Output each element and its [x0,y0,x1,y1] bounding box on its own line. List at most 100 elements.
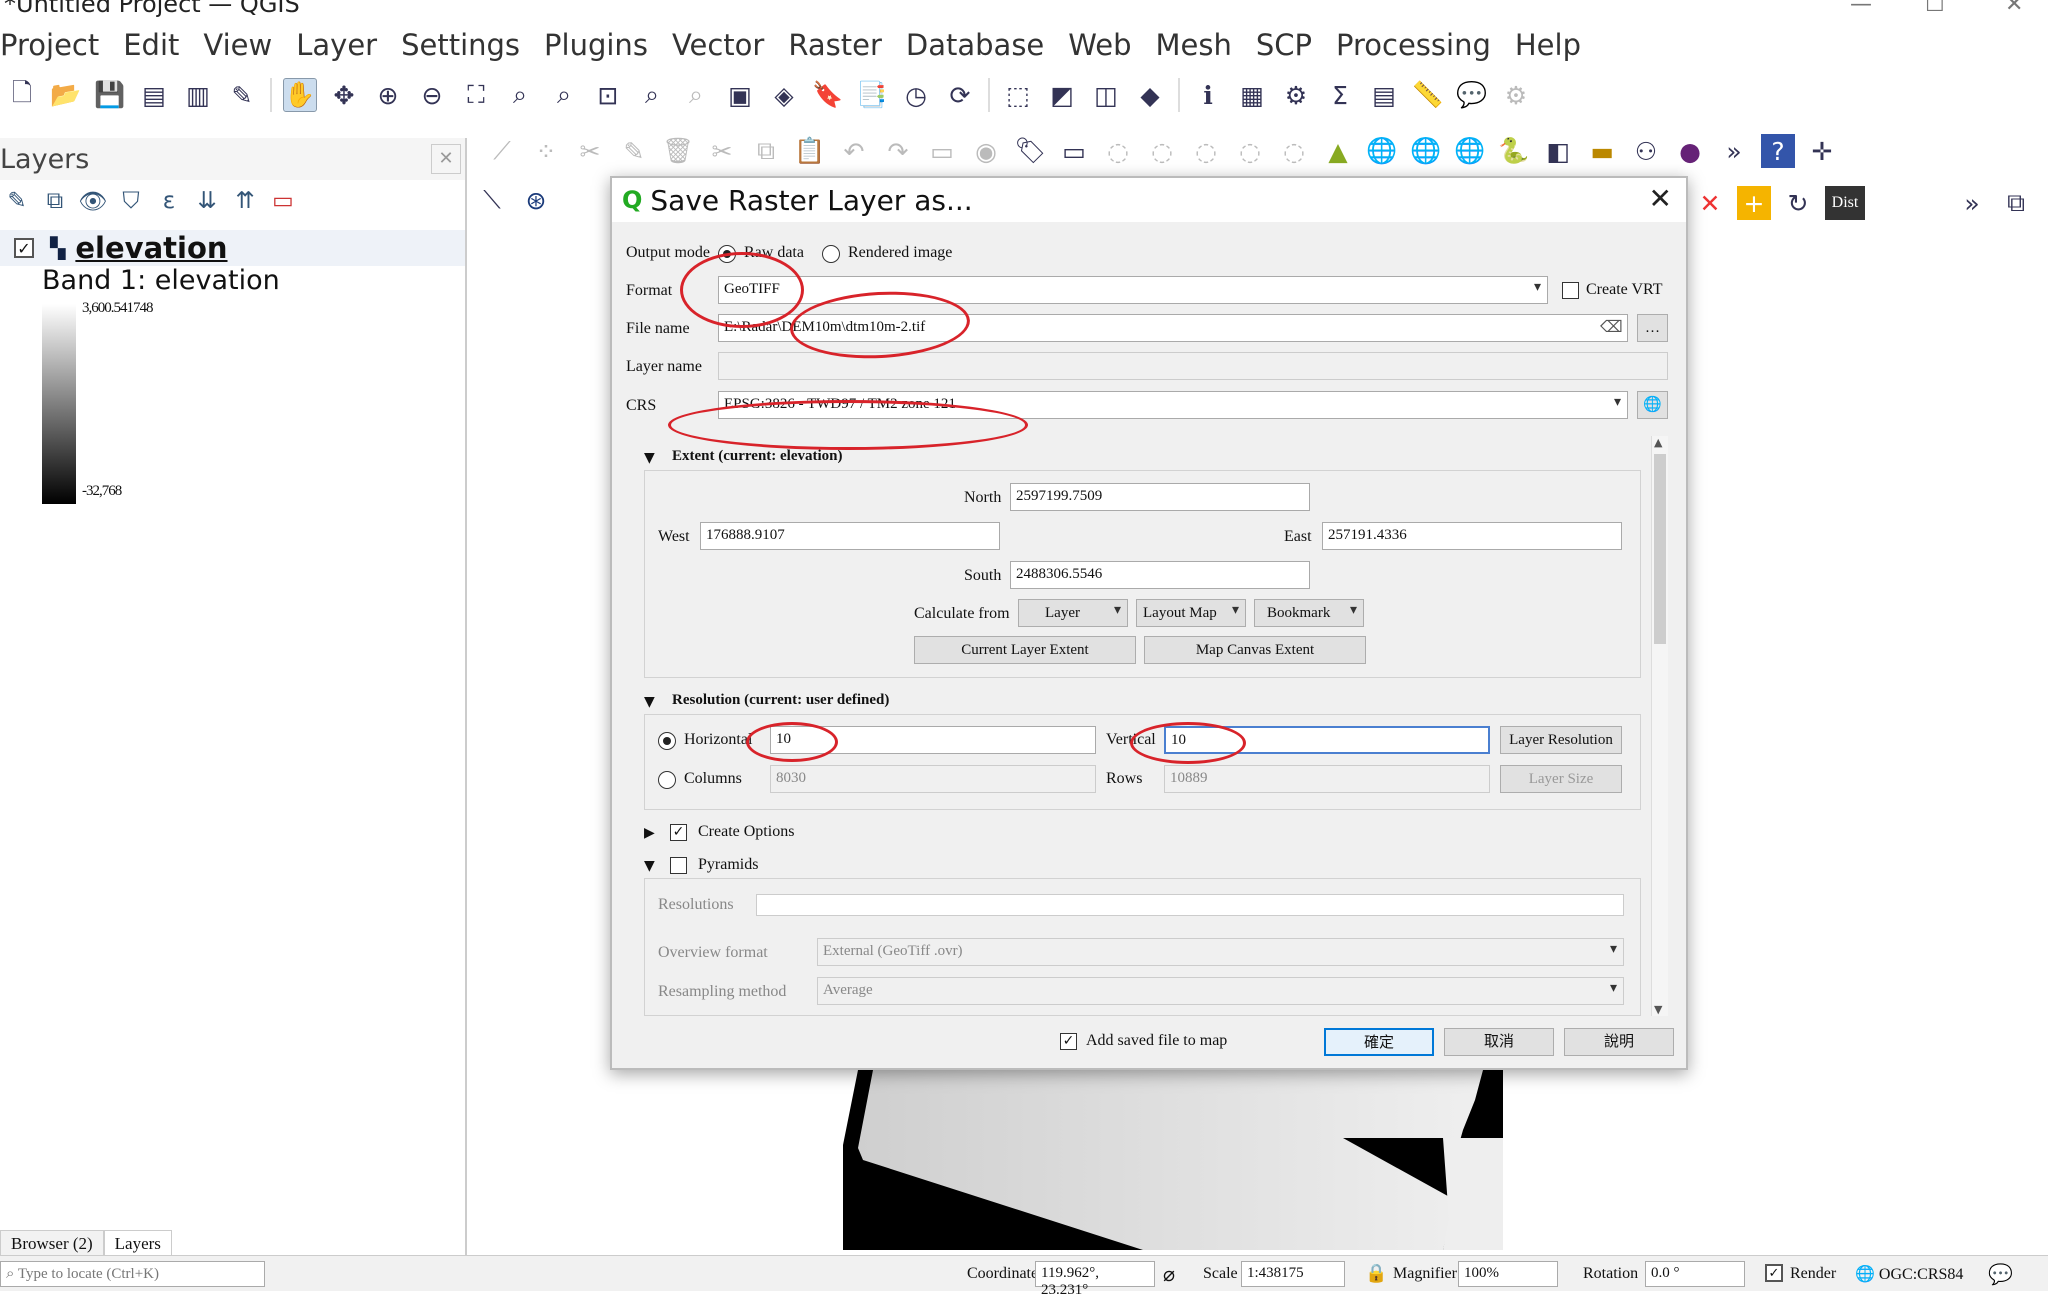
plugin-c-icon[interactable]: ⚇ [1629,134,1663,168]
layer-row-elevation[interactable]: ✓ ▚ elevation [0,230,465,266]
map-tips-icon[interactable]: 💬 [1455,78,1489,112]
show-bookmarks-icon[interactable]: 📑 [855,78,889,112]
pan-icon[interactable]: ✋ [283,78,317,112]
plugin-a-icon[interactable]: ◧ [1541,134,1575,168]
coordinate-field[interactable]: 119.962°, 23.231° [1035,1260,1155,1298]
layer-resolution-button[interactable]: Layer Resolution [1500,726,1622,754]
zoom-in-icon[interactable]: ⊕ [371,78,405,112]
python-console-icon[interactable]: 🐍 [1497,134,1531,168]
select-crs-button[interactable]: 🌐 [1637,391,1668,419]
scp-triangle-icon[interactable]: ▲ [1321,134,1355,168]
layer-name[interactable]: elevation [75,231,227,265]
select-location-icon[interactable]: ◆ [1133,78,1167,112]
tab-browser[interactable]: Browser (2) [0,1230,104,1258]
add-wfs-icon[interactable]: 🌐 [1409,134,1443,168]
plugin-x-icon[interactable]: ✕ [1693,186,1727,220]
diagram-icon[interactable]: ◌ [1277,134,1311,168]
node-tool-icon[interactable]: ✂ [573,134,607,168]
menu-layer[interactable]: Layer [296,28,377,62]
resolution-section-title[interactable]: Resolution (current: user defined) [672,692,889,709]
select-features-icon[interactable]: ⬚ [1001,78,1035,112]
expand-create-options-icon[interactable]: ▶ [644,825,655,841]
menu-database[interactable]: Database [906,28,1044,62]
extent-section-title[interactable]: Extent (current: elevation) [672,448,843,465]
menu-edit[interactable]: Edit [123,28,179,62]
zoom-out-icon[interactable]: ⊖ [415,78,449,112]
dialog-close-icon[interactable]: ✕ [1649,182,1672,215]
menu-vector[interactable]: Vector [672,28,764,62]
crs-button[interactable]: 🌐 OGC:CRS84 [1855,1264,1963,1284]
create-options-checkbox[interactable]: ✓ [670,824,687,841]
add-wms-icon[interactable]: 🌐 [1365,134,1399,168]
style-icon[interactable]: ✎ [0,188,34,214]
scroll-up-icon[interactable]: ▲ [1654,436,1662,449]
menu-raster[interactable]: Raster [788,28,882,62]
change-label-icon[interactable]: ◌ [1233,134,1267,168]
remove-layer-icon[interactable]: ▭ [266,188,300,214]
messages-icon[interactable]: 💬 [1988,1262,2013,1286]
zoom-full-icon[interactable]: ⛶ [459,78,493,112]
deselect-icon[interactable]: ◫ [1089,78,1123,112]
browse-file-button[interactable]: … [1637,314,1668,342]
current-layer-extent-button[interactable]: Current Layer Extent [914,636,1136,664]
plugin-b-icon[interactable]: ▬ [1585,134,1619,168]
pyramids-checkbox[interactable] [670,857,687,874]
lock-scale-icon[interactable]: 🔒 [1365,1263,1387,1284]
new-print-layout-icon[interactable]: ▤ [137,78,171,112]
layout-manager-icon[interactable]: ▥ [181,78,215,112]
statistics-icon[interactable]: Σ [1323,78,1357,112]
crosshair-icon[interactable]: ✛ [1805,134,1839,168]
filter-icon[interactable]: ⛉ [114,188,148,214]
maximize-icon[interactable]: ☐ [1925,0,1945,17]
menu-mesh[interactable]: Mesh [1156,28,1232,62]
show-hide-label-icon[interactable]: ◌ [1145,134,1179,168]
undo-icon[interactable]: ↶ [837,134,871,168]
temporal-controller-icon[interactable]: ◷ [899,78,933,112]
new-map-view-icon[interactable]: ▣ [723,78,757,112]
tab-layers[interactable]: Layers [103,1230,172,1258]
scroll-thumb[interactable] [1654,454,1666,644]
plugin-plus-icon[interactable]: + [1737,186,1771,220]
close-window-icon[interactable]: ✕ [2005,0,2023,17]
locator-settings-icon[interactable]: ⚙ [1499,78,1533,112]
label-icon[interactable]: ▭ [925,134,959,168]
menu-plugins[interactable]: Plugins [544,28,648,62]
menu-help[interactable]: Help [1515,28,1581,62]
render-checkbox[interactable]: ✓ [1765,1264,1783,1282]
close-panel-icon[interactable]: ✕ [431,144,461,174]
columns-radio[interactable] [658,771,676,789]
north-input[interactable]: 2597199.7509 [1010,483,1310,511]
move-label-icon[interactable]: ◌ [1101,134,1135,168]
south-input[interactable]: 2488306.5546 [1010,561,1310,589]
processing-toolbox-icon[interactable]: ⚙ [1279,78,1313,112]
redo-icon[interactable]: ↷ [881,134,915,168]
digitize-line-icon[interactable]: ⟋ [485,134,519,168]
dialog-scrollbar[interactable]: ▲ ▼ [1651,436,1668,1016]
scale-field[interactable]: 1:438175 [1241,1260,1345,1287]
visibility-icon[interactable]: 👁 [76,188,110,215]
pan-to-selection-icon[interactable]: ✥ [327,78,361,112]
pin-label-icon[interactable]: ◉ [969,134,1003,168]
paste-icon[interactable]: 📋 [793,134,827,168]
dist-button[interactable]: Dist [1825,186,1865,220]
ok-button[interactable]: 確定 [1324,1028,1434,1056]
attribute-table-icon[interactable]: ▦ [1235,78,1269,112]
zoom-next-icon[interactable]: ⌕ [679,78,713,112]
edit-icon[interactable]: ✎ [617,134,651,168]
menu-processing[interactable]: Processing [1336,28,1491,62]
toggle-extents-icon[interactable]: ⌀ [1163,1262,1175,1286]
style-manager-icon[interactable]: ✎ [225,78,259,112]
more-tools-icon[interactable]: » [1955,186,1989,220]
create-vrt-checkbox[interactable] [1562,282,1579,299]
cancel-button[interactable]: 取消 [1444,1028,1554,1056]
zoom-layer-icon[interactable]: ⌕ [547,78,581,112]
rotation-field[interactable]: 0.0 ° [1645,1260,1745,1287]
zoom-last-icon[interactable]: ⌕ [635,78,669,112]
calc-layout-map-button[interactable]: Layout Map [1136,599,1246,627]
measure-icon[interactable]: 📏 [1411,78,1445,112]
clear-field-icon[interactable]: ⌫ [1600,317,1623,336]
refresh-icon[interactable]: ⟳ [943,78,977,112]
plugin-rotate-icon[interactable]: ↻ [1781,186,1815,220]
label-toolbar-icon[interactable]: 🏷 [1013,134,1047,168]
menu-view[interactable]: View [203,28,272,62]
